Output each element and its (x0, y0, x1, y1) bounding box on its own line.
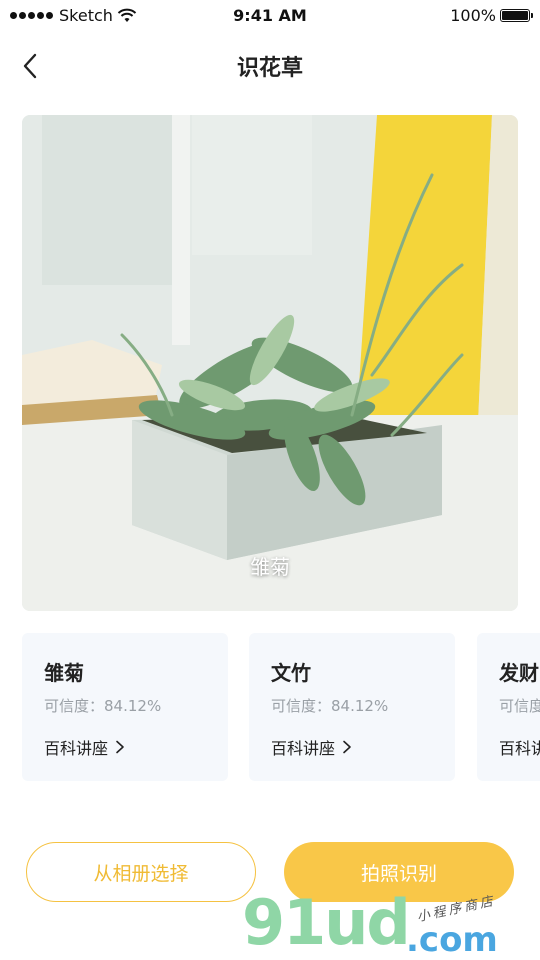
take-photo-button[interactable]: 拍照识别 (284, 842, 514, 902)
battery-icon (500, 9, 533, 22)
chevron-right-icon (343, 740, 351, 754)
nav-bar: 识花草 (0, 40, 540, 92)
chevron-right-icon (116, 740, 124, 754)
encyclopedia-link-label: 百科讲 (499, 739, 540, 758)
page-title: 识花草 (236, 56, 303, 81)
result-confidence: 可信度 (499, 697, 540, 715)
result-list[interactable]: 雏菊 可信度：84.12% 百科讲座 文竹 可信度：84.12% 百科讲座 发财… (22, 633, 540, 781)
result-confidence: 可信度：84.12% (271, 697, 389, 715)
choose-from-album-button[interactable]: 从相册选择 (26, 842, 256, 902)
battery-percent: 100% (450, 6, 496, 25)
encyclopedia-link[interactable]: 百科讲座 (271, 735, 353, 759)
result-card[interactable]: 发财 可信度 百科讲 (477, 633, 540, 781)
encyclopedia-link[interactable]: 百科讲 (499, 735, 540, 759)
plant-photo-illustration (22, 115, 518, 611)
plant-photo: 雏菊 (22, 115, 518, 611)
watermark-domain: .com (406, 920, 498, 960)
result-name: 雏菊 (44, 661, 84, 685)
encyclopedia-link-label: 百科讲座 (44, 739, 109, 758)
encyclopedia-link[interactable]: 百科讲座 (44, 735, 126, 759)
status-bar: Sketch 9:41 AM 100% (0, 0, 540, 34)
result-confidence: 可信度：84.12% (44, 697, 162, 715)
result-card[interactable]: 雏菊 可信度：84.12% 百科讲座 (22, 633, 228, 781)
result-name: 文竹 (271, 661, 311, 685)
result-name: 发财 (499, 661, 539, 685)
result-card[interactable]: 文竹 可信度：84.12% 百科讲座 (249, 633, 455, 781)
photo-caption: 雏菊 (250, 555, 290, 579)
encyclopedia-link-label: 百科讲座 (271, 739, 336, 758)
status-right: 100% (450, 6, 533, 25)
